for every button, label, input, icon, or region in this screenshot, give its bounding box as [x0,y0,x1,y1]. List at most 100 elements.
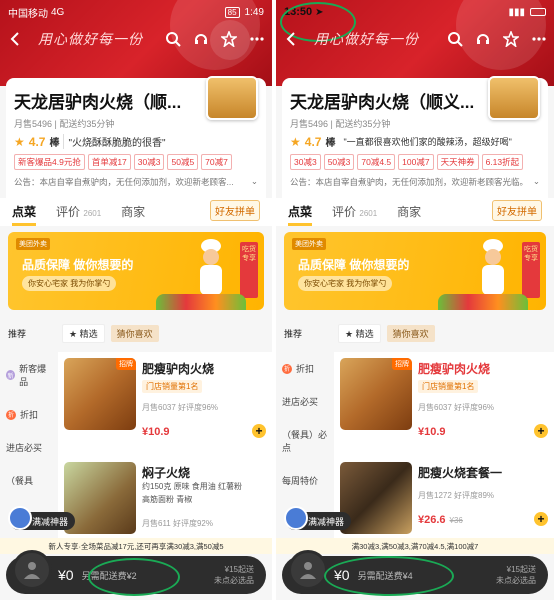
dish-item[interactable]: 招牌 肥瘦驴肉火烧 门店销量第1名 月售6037 好评度96% ¥10.9 + [334,352,554,452]
discount-helper-button[interactable]: 满减神器 [8,506,76,530]
ad-banner[interactable]: 美团外卖 品质保障 做你想要的 你安心宅家 我为你掌勺 吃货专享 [8,232,264,310]
sidebar-item-discount[interactable]: 折折扣 [276,352,334,385]
discount-icon: 折 [6,409,16,420]
promo-tags[interactable]: 新客爆品4.9元抢 首单减17 30减3 50减5 70减7 [14,154,258,170]
discount-helper-label: 满减神器 [32,516,69,527]
more-icon[interactable] [248,30,266,48]
min-order-info: ¥15起送 未点必选品 [214,564,254,586]
signature-badge: 招牌 [392,358,412,370]
add-to-cart-button[interactable]: + [534,424,548,438]
battery-icon [530,8,546,16]
back-icon[interactable] [6,30,24,48]
review-quote: "火烧酥酥脆脆的很香" [63,134,166,149]
dish-price: ¥10.9 [418,426,446,438]
promo-tags[interactable]: 30减3 50减3 70减4.5 100减7 天天神券 6.13折起 [290,154,540,170]
add-to-cart-button[interactable]: + [252,424,266,438]
vegetables-decoration [438,294,528,310]
dish-rank: 门店销量第1名 [142,380,203,393]
sidebar-item-new[interactable]: 新新客爆品 [0,352,58,398]
tab-order[interactable]: 点菜 [288,203,313,226]
back-icon[interactable] [282,30,300,48]
promo-tag: 首单减17 [87,154,131,170]
add-to-cart-button[interactable]: + [534,512,548,526]
promo-tag: 6.13折起 [481,154,524,170]
dish-price-value: ¥26.6 [418,514,446,526]
chip-featured[interactable]: ★ 精选 [338,323,381,343]
sidebar-item-tableware[interactable]: （餐具 [0,464,58,497]
filter-label: 推荐 [284,328,303,339]
cart-icon[interactable] [12,550,52,590]
service-icon[interactable] [474,30,492,48]
dish-photo: 招牌 [64,358,136,430]
new-icon: 新 [6,370,16,380]
review-quote: "一直都很喜欢他们家的酸辣汤，超级好喝" [343,137,512,147]
search-icon[interactable] [164,30,182,48]
ad-banner[interactable]: 美团外卖 品质保障 做你想要的 你安心宅家 我为你掌勺 吃货专享 [284,232,546,310]
sidebar-item-label: （餐具 [6,476,34,486]
chef-illustration [200,239,222,295]
search-icon[interactable] [446,30,464,48]
shop-slogan: 用心做好每一份 [38,32,143,48]
sidebar-item-label: 每周特价 [282,476,319,486]
shop-tabs: 点菜 评价 2601 商家 好友拼单 [276,198,554,226]
service-icon[interactable] [192,30,210,48]
more-icon[interactable] [530,30,548,48]
chip-featured[interactable]: ★ 精选 [62,323,105,343]
favorite-star-icon[interactable] [220,30,238,48]
sidebar-item-label: 进店必买 [282,397,319,407]
left-screenshot: 中国移动 4G 85 1:49 用心做好每一份 天龙居驴肉火烧（顺... 月售5… [0,0,272,600]
ad-subtitle: 你安心宅家 我为你掌勺 [298,276,393,291]
tab-review-label: 评价 [332,205,357,219]
group-order-button[interactable]: 好友拼单 [492,200,542,221]
monthly-sales: 月售5496 [290,119,329,129]
dish-photo [340,462,412,534]
right-screenshot: 13:50 ➤ ▮▮▮ 用心做好每一份 天龙居驴肉火烧（顺义... 月售5496… [276,0,554,600]
dish-stats: 月售611 好评度92% [142,519,213,528]
promo-tag: 50减5 [167,154,199,170]
dish-ingredients: 约150克 原味 食用油 红薯粉 高筋面粉 青椒 [142,482,243,504]
group-order-button[interactable]: 好友拼单 [210,200,260,221]
chevron-down-icon: ⌄ [250,176,258,186]
delivery-time: 配送约35分钟 [59,119,115,129]
discount-helper-button[interactable]: 满减神器 [284,506,352,530]
nav-bar: 用心做好每一份 [0,24,272,54]
sidebar-item-must-buy[interactable]: 进店必买 [0,431,58,464]
tab-merchant[interactable]: 商家 [397,203,421,226]
sidebar-item-discount[interactable]: 折折扣 [0,398,58,431]
promo-tag: 30减3 [290,154,321,170]
ad-flag: 吃货专享 [240,242,258,298]
tab-order[interactable]: 点菜 [12,203,37,226]
carrier: 中国移动 [8,8,48,20]
rating-row: ★ 4.7 棒 "一直都很喜欢他们家的酸辣汤，超级好喝" [290,134,540,150]
shop-notice[interactable]: 公告：本店自宰自煮驴肉，无任何添加剂，欢迎新老顾客... ⌄ [14,176,258,188]
dish-price: ¥26.6 ¥36 [418,514,463,526]
cart-icon[interactable] [288,550,328,590]
sidebar-item-must-buy[interactable]: 进店必买 [276,385,334,418]
tab-review[interactable]: 评价 2601 [56,203,101,226]
chip-guess[interactable]: 猜你喜欢 [386,324,435,342]
sidebar-item-label: 新客爆品 [19,364,47,387]
menu-filter: 推荐 ★ 精选 猜你喜欢 [0,322,272,344]
sidebar-item-weekly-special[interactable]: 每周特价 [276,464,334,497]
dish-item[interactable]: 招牌 肥瘦驴肉火烧 门店销量第1名 月售6037 好评度96% ¥10.9 + [58,352,272,452]
favorite-star-icon[interactable] [502,30,520,48]
required-note: 未点必选品 [496,576,536,585]
ad-title: 品质保障 做你想要的 [298,258,410,272]
menu-filter: 推荐 ★ 精选 猜你喜欢 [276,322,554,344]
tab-review-label: 评价 [56,205,81,219]
discount-helper-label: 满减神器 [308,516,345,527]
monthly-sales: 月售5496 [14,119,53,129]
min-order: ¥15起送 [506,565,536,574]
sidebar-item-label: 折扣 [20,410,39,420]
promo-tag: 70减4.5 [357,154,396,170]
sidebar-item-tableware[interactable]: （餐具）必点 [276,418,334,464]
rating-word: 棒 [325,138,336,149]
review-count: 2601 [83,209,102,218]
shop-notice[interactable]: 公告：本店自宰自煮驴肉，无任何添加剂，欢迎新老顾客光临。 ⌄ [290,176,540,188]
tab-merchant[interactable]: 商家 [121,203,145,226]
network: 4G [51,6,65,18]
chip-guess[interactable]: 猜你喜欢 [110,324,159,342]
vegetables-decoration [156,294,246,310]
review-count: 2601 [359,209,378,218]
tab-review[interactable]: 评价 2601 [332,203,377,226]
